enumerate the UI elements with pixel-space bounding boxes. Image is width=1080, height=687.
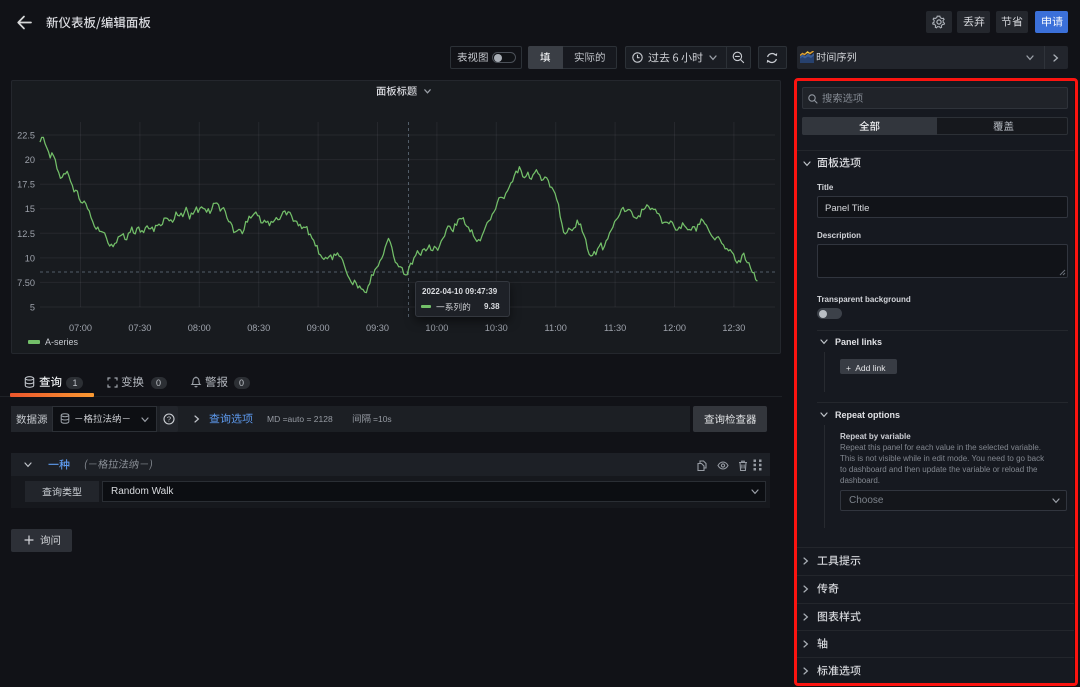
svg-text:09:00: 09:00 — [307, 323, 330, 333]
svg-text:?: ? — [167, 415, 171, 424]
svg-text:12:30: 12:30 — [722, 323, 745, 333]
svg-text:07:30: 07:30 — [128, 323, 151, 333]
svg-text:10:00: 10:00 — [425, 323, 448, 333]
svg-text:08:00: 08:00 — [188, 323, 211, 333]
svg-text:09:30: 09:30 — [366, 323, 389, 333]
svg-text:11:30: 11:30 — [604, 323, 626, 333]
svg-text:7.50: 7.50 — [17, 278, 35, 288]
svg-text:08:30: 08:30 — [247, 323, 270, 333]
svg-text:10: 10 — [25, 253, 35, 263]
svg-text:22.5: 22.5 — [17, 131, 35, 141]
svg-text:20: 20 — [25, 155, 35, 165]
svg-text:11:00: 11:00 — [545, 323, 567, 333]
svg-text:5: 5 — [30, 303, 35, 313]
svg-text:10:30: 10:30 — [485, 323, 508, 333]
svg-text:12.5: 12.5 — [17, 229, 35, 239]
svg-text:17.5: 17.5 — [17, 180, 35, 190]
svg-text:12:00: 12:00 — [663, 323, 686, 333]
svg-text:15: 15 — [25, 204, 35, 214]
svg-text:07:00: 07:00 — [69, 323, 92, 333]
